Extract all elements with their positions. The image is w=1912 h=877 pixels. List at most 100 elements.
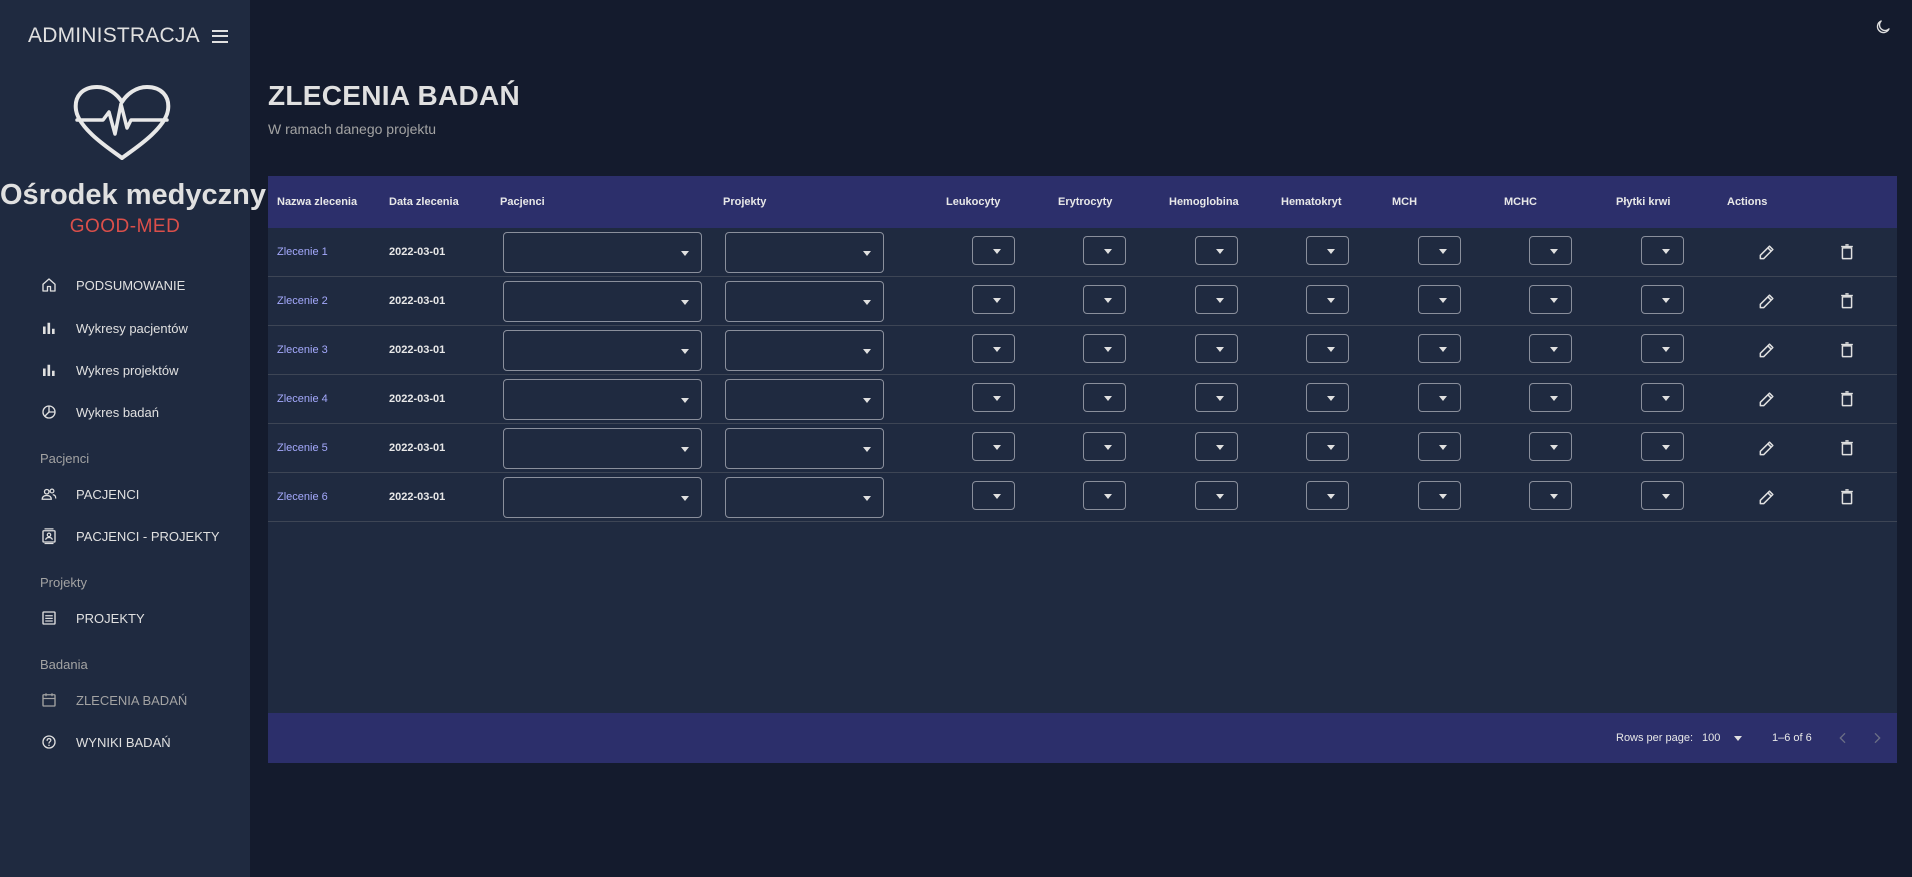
hemoglobina-select[interactable] <box>1195 236 1238 265</box>
rows-per-page-select[interactable]: 100 <box>1702 713 1743 763</box>
column-header-plytki-krwi[interactable]: Płytki krwi <box>1616 176 1670 228</box>
nav-item-label: Wykres badań <box>76 404 159 420</box>
leukocyty-select[interactable] <box>972 481 1015 510</box>
hemoglobina-select[interactable] <box>1195 285 1238 314</box>
hemoglobina-select[interactable] <box>1195 383 1238 412</box>
column-header-projekty[interactable]: Projekty <box>723 176 766 228</box>
delete-trash-icon[interactable] <box>1837 487 1857 507</box>
previous-page-icon[interactable] <box>1835 730 1851 746</box>
column-header-erytrocyty[interactable]: Erytrocyty <box>1058 176 1112 228</box>
pacjenci-select[interactable] <box>503 428 702 469</box>
mchc-select[interactable] <box>1529 432 1572 461</box>
erytrocyty-select[interactable] <box>1083 481 1126 510</box>
pacjenci-select[interactable] <box>503 232 702 273</box>
column-header-data[interactable]: Data zlecenia <box>389 176 459 228</box>
nav-item-wyniki-badan[interactable]: WYNIKI BADAŃ <box>40 725 171 759</box>
next-page-icon[interactable] <box>1869 730 1885 746</box>
erytrocyty-select[interactable] <box>1083 334 1126 363</box>
plytki-krwi-select[interactable] <box>1641 334 1684 363</box>
delete-trash-icon[interactable] <box>1837 389 1857 409</box>
delete-trash-icon[interactable] <box>1837 340 1857 360</box>
erytrocyty-select[interactable] <box>1083 236 1126 265</box>
nav-item-pacjenci[interactable]: PACJENCI <box>40 477 139 511</box>
erytrocyty-select[interactable] <box>1083 383 1126 412</box>
column-header-leukocyty[interactable]: Leukocyty <box>946 176 1000 228</box>
edit-pencil-icon[interactable] <box>1757 242 1777 262</box>
nav-item-wykres-badan[interactable]: Wykres badań <box>40 395 159 429</box>
table-row[interactable]: Zlecenie 5 2022-03-01 <box>268 424 1897 473</box>
erytrocyty-select[interactable] <box>1083 285 1126 314</box>
edit-pencil-icon[interactable] <box>1757 487 1777 507</box>
plytki-krwi-select[interactable] <box>1641 432 1684 461</box>
hematokryt-select[interactable] <box>1306 334 1349 363</box>
plytki-krwi-select[interactable] <box>1641 285 1684 314</box>
pacjenci-select[interactable] <box>503 379 702 420</box>
leukocyty-select[interactable] <box>972 334 1015 363</box>
nav-item-pacjenci-projekty[interactable]: PACJENCI - PROJEKTY <box>40 519 220 553</box>
column-header-hematokryt[interactable]: Hematokryt <box>1281 176 1342 228</box>
projekty-select[interactable] <box>725 428 884 469</box>
mch-select[interactable] <box>1418 236 1461 265</box>
edit-pencil-icon[interactable] <box>1757 340 1777 360</box>
table-row[interactable]: Zlecenie 1 2022-03-01 <box>268 228 1897 277</box>
delete-trash-icon[interactable] <box>1837 291 1857 311</box>
nav-item-wykres-pacjentow[interactable]: Wykresy pacjentów <box>40 311 188 345</box>
plytki-krwi-select[interactable] <box>1641 481 1684 510</box>
delete-trash-icon[interactable] <box>1837 438 1857 458</box>
hemoglobina-select[interactable] <box>1195 334 1238 363</box>
erytrocyty-select[interactable] <box>1083 432 1126 461</box>
hemoglobina-select[interactable] <box>1195 481 1238 510</box>
hematokryt-select[interactable] <box>1306 432 1349 461</box>
edit-pencil-icon[interactable] <box>1757 291 1777 311</box>
leukocyty-select[interactable] <box>972 432 1015 461</box>
nav-item-zlecenia-badan[interactable]: ZLECENIA BADAŃ <box>40 683 187 717</box>
table-row[interactable]: Zlecenie 4 2022-03-01 <box>268 375 1897 424</box>
pacjenci-select[interactable] <box>503 281 702 322</box>
edit-pencil-icon[interactable] <box>1757 438 1777 458</box>
delete-trash-icon[interactable] <box>1837 242 1857 262</box>
table-row[interactable]: Zlecenie 3 2022-03-01 <box>268 326 1897 375</box>
hematokryt-select[interactable] <box>1306 236 1349 265</box>
mch-select[interactable] <box>1418 481 1461 510</box>
table-row[interactable]: Zlecenie 6 2022-03-01 <box>268 473 1897 522</box>
nav-item-wykres-projektow[interactable]: Wykres projektów <box>40 353 178 387</box>
mch-select[interactable] <box>1418 383 1461 412</box>
leukocyty-select[interactable] <box>972 285 1015 314</box>
mch-select[interactable] <box>1418 285 1461 314</box>
projekty-select[interactable] <box>725 477 884 518</box>
menu-icon[interactable] <box>211 29 228 43</box>
column-header-hemoglobina[interactable]: Hemoglobina <box>1169 176 1239 228</box>
projekty-select[interactable] <box>725 281 884 322</box>
leukocyty-select[interactable] <box>972 236 1015 265</box>
leukocyty-select[interactable] <box>972 383 1015 412</box>
table-row[interactable]: Zlecenie 2 2022-03-01 <box>268 277 1897 326</box>
dark-mode-moon-icon[interactable] <box>1874 18 1892 36</box>
column-header-mchc[interactable]: MCHC <box>1504 176 1537 228</box>
pacjenci-select[interactable] <box>503 330 702 371</box>
hematokryt-select[interactable] <box>1306 383 1349 412</box>
nav-item-projekty[interactable]: PROJEKTY <box>40 601 145 635</box>
mch-select[interactable] <box>1418 334 1461 363</box>
mchc-select[interactable] <box>1529 383 1572 412</box>
nav-item-podsumowanie[interactable]: PODSUMOWANIE <box>40 268 185 302</box>
pacjenci-select[interactable] <box>503 477 702 518</box>
hematokryt-select[interactable] <box>1306 285 1349 314</box>
mchc-select[interactable] <box>1529 285 1572 314</box>
column-header-nazwa[interactable]: Nazwa zlecenia <box>277 176 357 228</box>
chevron-down-icon <box>863 348 871 354</box>
plytki-krwi-select[interactable] <box>1641 236 1684 265</box>
section-pacjenci: Pacjenci <box>40 451 90 466</box>
mchc-select[interactable] <box>1529 334 1572 363</box>
edit-pencil-icon[interactable] <box>1757 389 1777 409</box>
projekty-select[interactable] <box>725 232 884 273</box>
projekty-select[interactable] <box>725 379 884 420</box>
hemoglobina-select[interactable] <box>1195 432 1238 461</box>
mchc-select[interactable] <box>1529 236 1572 265</box>
projekty-select[interactable] <box>725 330 884 371</box>
column-header-mch[interactable]: MCH <box>1392 176 1417 228</box>
plytki-krwi-select[interactable] <box>1641 383 1684 412</box>
mch-select[interactable] <box>1418 432 1461 461</box>
hematokryt-select[interactable] <box>1306 481 1349 510</box>
mchc-select[interactable] <box>1529 481 1572 510</box>
column-header-pacjenci[interactable]: Pacjenci <box>500 176 545 228</box>
